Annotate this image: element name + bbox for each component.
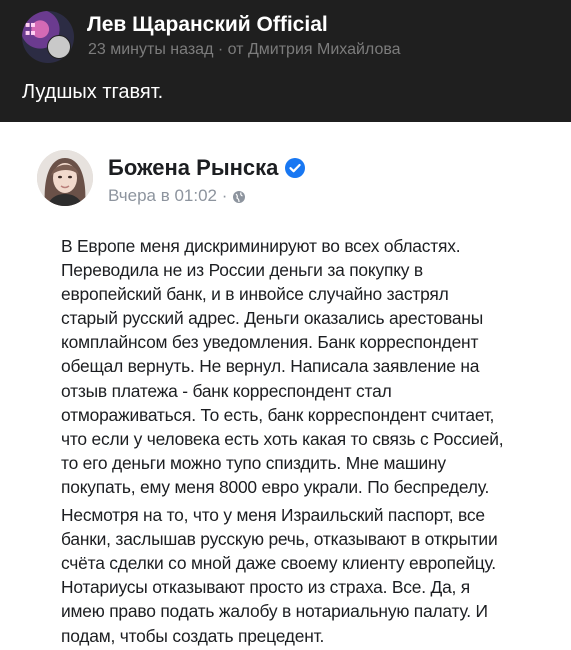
channel-name[interactable]: Лев Щаранский Official — [87, 13, 328, 37]
verified-check-icon — [285, 158, 306, 178]
channel-header: ▪▪ ▪▪ Лев Щаранский Official 23 минуты на… — [0, 0, 571, 122]
post-paragraph: Несмотря на то, что у меня Израильский п… — [61, 505, 498, 646]
avatar-decoration: ▪▪ ▪▪ — [25, 20, 36, 37]
author-name[interactable]: Божена Рынска — [108, 155, 278, 181]
post-body: В Европе меня дискриминируют во всех обл… — [61, 234, 561, 648]
post-paragraph: В Европе меня дискриминируют во всех обл… — [61, 236, 504, 497]
post-timestamp[interactable]: Вчера в 01:02 · — [108, 186, 227, 206]
author-name-row: Божена Рынска — [108, 155, 306, 181]
post-time-row: Вчера в 01:02 · — [108, 186, 246, 206]
channel-meta: 23 минуты назад · от Дмитрия Михайлова — [88, 41, 401, 58]
channel-avatar[interactable]: ▪▪ ▪▪ — [22, 11, 74, 63]
embedded-post-screenshot: Божена Рынска Вчера в 01:02 · В Европе м… — [0, 122, 571, 650]
avatar-overlay-photo — [47, 35, 71, 59]
channel-message: Лудшых тгавят. — [22, 81, 164, 103]
author-avatar[interactable] — [37, 150, 93, 206]
globe-icon — [232, 189, 246, 203]
